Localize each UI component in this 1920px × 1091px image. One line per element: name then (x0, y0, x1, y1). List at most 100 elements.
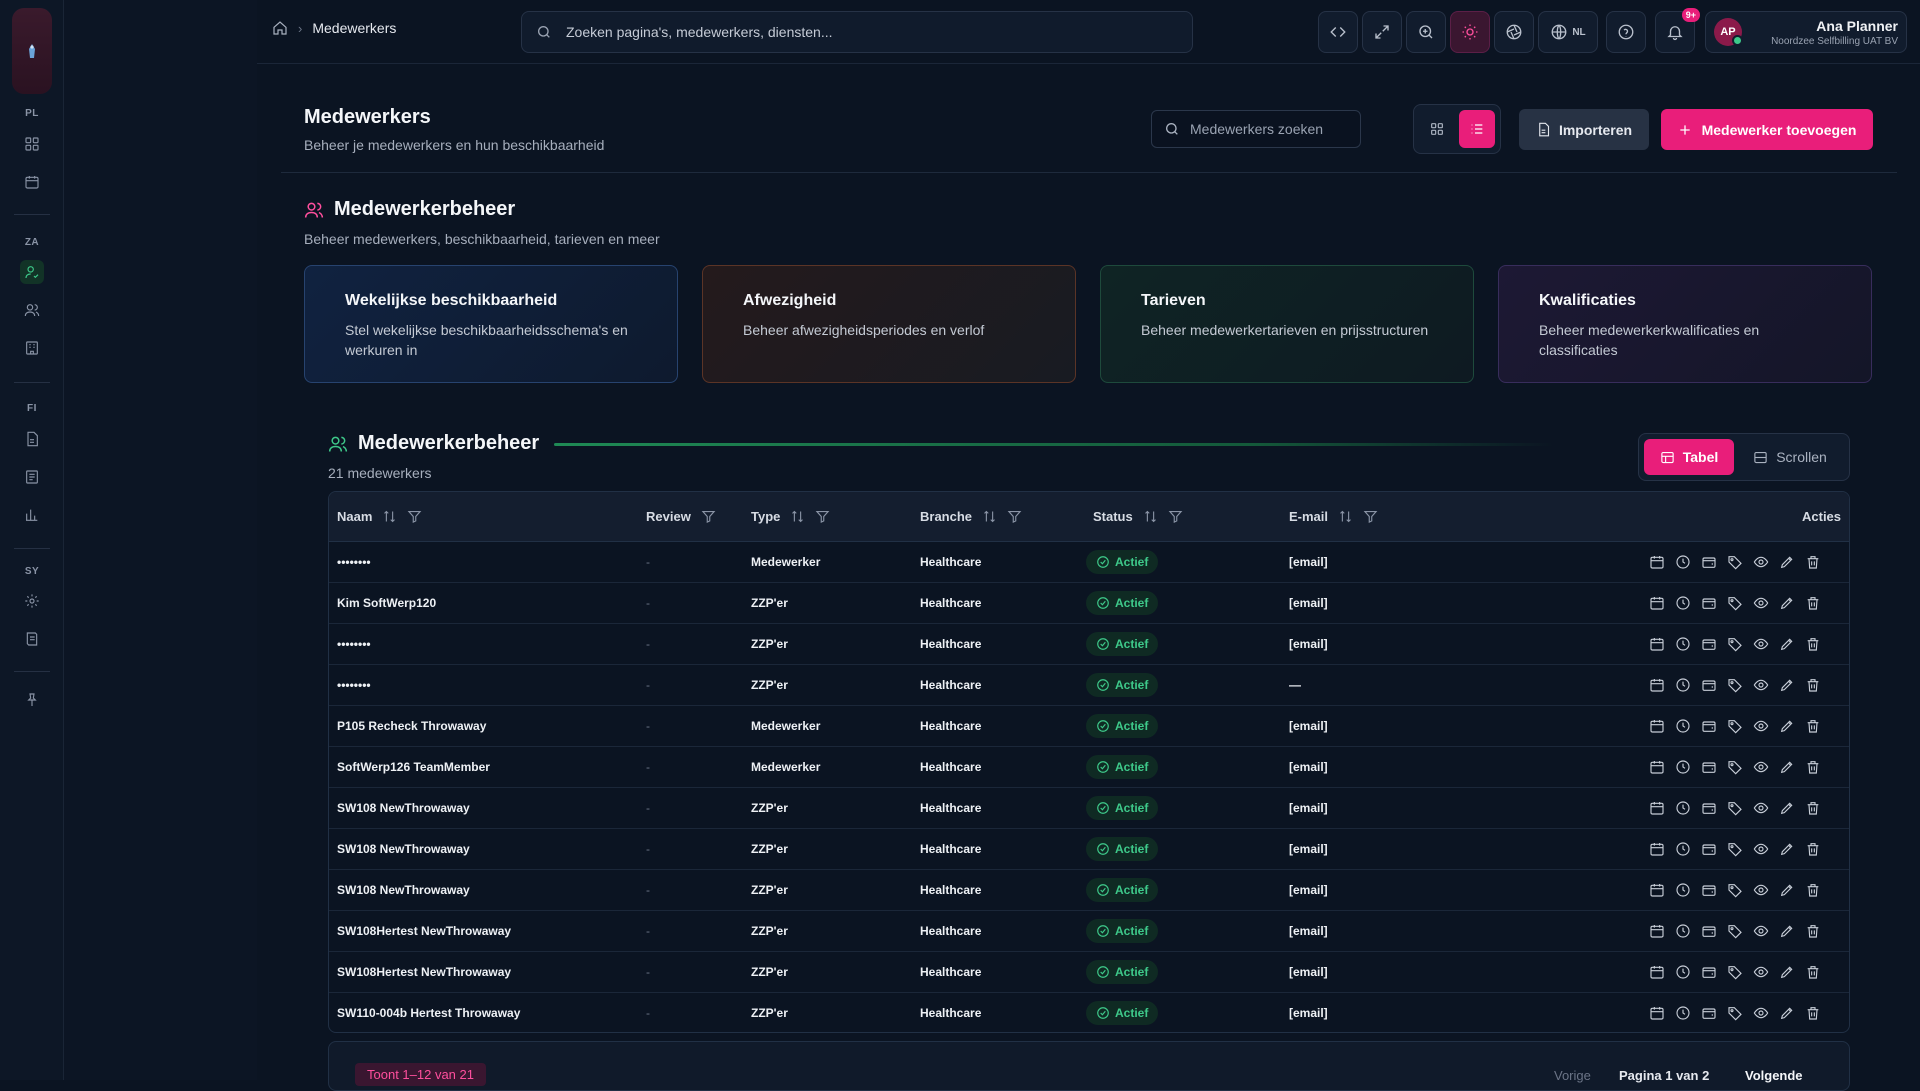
table-row[interactable]: SoftWerp126 TeamMember - Medewerker Healthc… (329, 747, 1849, 788)
sort-icon[interactable] (790, 509, 805, 524)
cell-name[interactable]: •••••••• (337, 555, 371, 569)
edit-icon[interactable] (1779, 554, 1795, 570)
fullscreen-button[interactable] (1362, 11, 1402, 53)
tag-icon[interactable] (1727, 1005, 1743, 1021)
table-row[interactable]: SW108Hertest NewThrowaway - ZZP'er Healthca… (329, 952, 1849, 993)
home-icon[interactable] (272, 20, 288, 36)
tag-icon[interactable] (1727, 554, 1743, 570)
edit-icon[interactable] (1779, 718, 1795, 734)
receipt-icon[interactable] (20, 465, 44, 489)
clock-icon[interactable] (1675, 1005, 1691, 1021)
clock-icon[interactable] (1675, 595, 1691, 611)
column-review[interactable]: Review (646, 509, 716, 524)
availability-calendar-icon[interactable] (1649, 554, 1665, 570)
tag-icon[interactable] (1727, 923, 1743, 939)
cell-name[interactable]: SW108 NewThrowaway (337, 801, 470, 815)
availability-calendar-icon[interactable] (1649, 964, 1665, 980)
chart-icon[interactable] (20, 503, 44, 527)
previous-page-button[interactable]: Vorige (1554, 1068, 1591, 1083)
calendar-icon[interactable] (20, 170, 44, 194)
card-rates[interactable]: Tarieven Beheer medewerkertarieven en pr… (1100, 265, 1474, 383)
tag-icon[interactable] (1727, 677, 1743, 693)
tag-icon[interactable] (1727, 595, 1743, 611)
eye-icon[interactable] (1753, 964, 1769, 980)
trash-icon[interactable] (1805, 554, 1821, 570)
sort-icon[interactable] (1338, 509, 1353, 524)
column-name[interactable]: Naam (337, 509, 422, 524)
clock-icon[interactable] (1675, 759, 1691, 775)
clock-icon[interactable] (1675, 636, 1691, 652)
wallet-icon[interactable] (1701, 1005, 1717, 1021)
clock-icon[interactable] (1675, 718, 1691, 734)
cell-name[interactable]: SW108Hertest NewThrowaway (337, 965, 511, 979)
trash-icon[interactable] (1805, 718, 1821, 734)
availability-calendar-icon[interactable] (1649, 595, 1665, 611)
accessibility-button[interactable] (1494, 11, 1534, 53)
employees-icon[interactable] (20, 260, 44, 284)
card-qualifications[interactable]: Kwalificaties Beheer medewerkerkwalifica… (1498, 265, 1872, 383)
building-icon[interactable] (20, 336, 44, 360)
availability-calendar-icon[interactable] (1649, 882, 1665, 898)
grid-view-button[interactable] (1419, 110, 1455, 148)
cell-name[interactable]: •••••••• (337, 637, 371, 651)
edit-icon[interactable] (1779, 636, 1795, 652)
user-menu[interactable]: AP Ana Planner Noordzee Selfbilling UAT … (1705, 11, 1907, 53)
eye-icon[interactable] (1753, 841, 1769, 857)
filter-icon[interactable] (815, 509, 830, 524)
table-row[interactable]: P105 Recheck Throwaway - Medewerker Healthc… (329, 706, 1849, 747)
sort-icon[interactable] (982, 509, 997, 524)
column-status[interactable]: Status (1093, 509, 1183, 524)
edit-icon[interactable] (1779, 800, 1795, 816)
cell-name[interactable]: SW110-004b Hertest Throwaway (337, 1006, 520, 1020)
clock-icon[interactable] (1675, 923, 1691, 939)
wallet-icon[interactable] (1701, 882, 1717, 898)
team-icon[interactable] (20, 298, 44, 322)
trash-icon[interactable] (1805, 1005, 1821, 1021)
zoom-button[interactable] (1406, 11, 1446, 53)
clock-icon[interactable] (1675, 882, 1691, 898)
edit-icon[interactable] (1779, 595, 1795, 611)
invoice-icon[interactable] (20, 427, 44, 451)
filter-icon[interactable] (1168, 509, 1183, 524)
edit-icon[interactable] (1779, 923, 1795, 939)
edit-icon[interactable] (1779, 882, 1795, 898)
sort-icon[interactable] (382, 509, 397, 524)
availability-calendar-icon[interactable] (1649, 718, 1665, 734)
card-weekly-availability[interactable]: Wekelijkse beschikbaarheid Stel wekelijk… (304, 265, 678, 383)
table-row[interactable]: SW110-004b Hertest Throwaway - ZZP'er Healt… (329, 993, 1849, 1032)
employee-search-input[interactable]: Medewerkers zoeken (1151, 110, 1361, 148)
dashboard-icon[interactable] (20, 132, 44, 156)
sort-icon[interactable] (1143, 509, 1158, 524)
column-type[interactable]: Type (751, 509, 830, 524)
filter-icon[interactable] (407, 509, 422, 524)
tag-icon[interactable] (1727, 964, 1743, 980)
tab-scroll[interactable]: Scrollen (1740, 439, 1840, 475)
theme-toggle-button[interactable] (1450, 11, 1490, 53)
cell-name[interactable]: SW108 NewThrowaway (337, 842, 470, 856)
table-row[interactable]: SW108 NewThrowaway - ZZP'er Healthcare Actie… (329, 788, 1849, 829)
global-search-input[interactable]: Zoeken pagina's, medewerkers, diensten..… (521, 11, 1193, 53)
filter-icon[interactable] (1007, 509, 1022, 524)
trash-icon[interactable] (1805, 923, 1821, 939)
wallet-icon[interactable] (1701, 677, 1717, 693)
availability-calendar-icon[interactable] (1649, 800, 1665, 816)
clock-icon[interactable] (1675, 841, 1691, 857)
eye-icon[interactable] (1753, 677, 1769, 693)
edit-icon[interactable] (1779, 1005, 1795, 1021)
trash-icon[interactable] (1805, 636, 1821, 652)
next-page-button[interactable]: Volgende (1745, 1068, 1803, 1083)
list-view-button[interactable] (1459, 110, 1495, 148)
table-row[interactable]: •••••••• - ZZP'er Healthcare Actief — (329, 665, 1849, 706)
trash-icon[interactable] (1805, 677, 1821, 693)
eye-icon[interactable] (1753, 800, 1769, 816)
trash-icon[interactable] (1805, 800, 1821, 816)
tag-icon[interactable] (1727, 800, 1743, 816)
table-row[interactable]: •••••••• - ZZP'er Healthcare Actief [email] (329, 624, 1849, 665)
clock-icon[interactable] (1675, 800, 1691, 816)
help-button[interactable] (1606, 11, 1646, 53)
clock-icon[interactable] (1675, 554, 1691, 570)
availability-calendar-icon[interactable] (1649, 759, 1665, 775)
tag-icon[interactable] (1727, 759, 1743, 775)
cell-name[interactable]: •••••••• (337, 678, 371, 692)
eye-icon[interactable] (1753, 759, 1769, 775)
